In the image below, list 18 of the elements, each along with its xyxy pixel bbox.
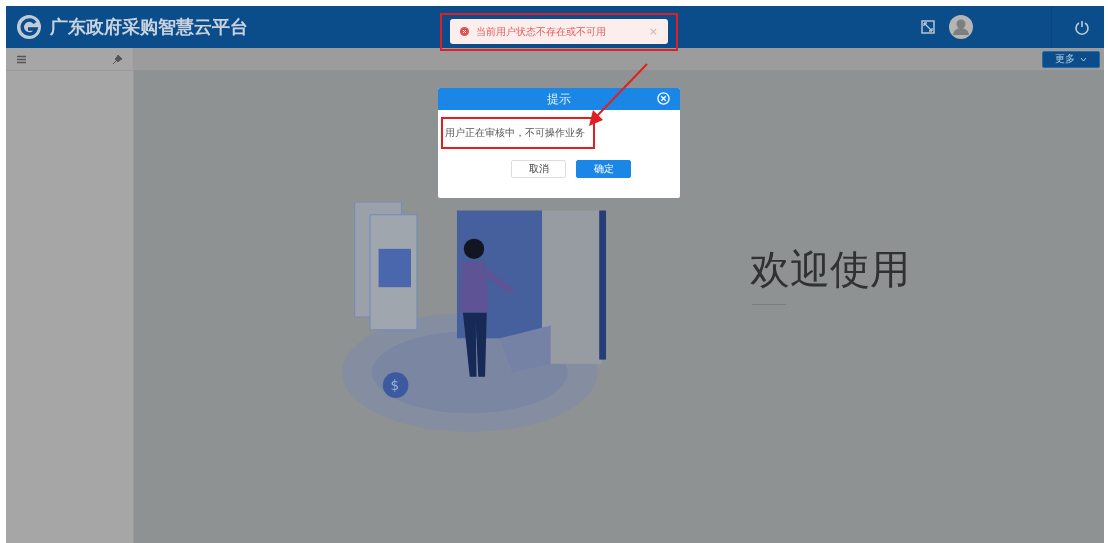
menu-icon[interactable] [16, 53, 27, 65]
avatar-icon[interactable] [949, 15, 973, 39]
pin-icon[interactable] [112, 53, 123, 65]
close-icon[interactable] [657, 92, 670, 105]
logo-icon [16, 14, 42, 40]
power-icon[interactable] [1074, 19, 1090, 35]
chevron-down-icon [1080, 56, 1087, 62]
confirm-button[interactable]: 确定 [576, 160, 631, 178]
dialog-title: 提示 [547, 90, 571, 108]
fullscreen-icon[interactable] [921, 20, 935, 34]
dialog-message: 用户正在审核中，不可操作业务 [445, 126, 585, 140]
coin-symbol: $ [390, 377, 400, 394]
welcome-heading: 欢迎使用 [750, 245, 910, 294]
error-icon [460, 27, 469, 36]
app-title: 广东政府采购智慧云平台 [50, 15, 248, 39]
toast-message: 当前用户状态不存在或不可用 [476, 24, 607, 39]
more-button[interactable]: 更多 [1042, 50, 1100, 68]
cancel-button[interactable]: 取消 [511, 160, 566, 178]
